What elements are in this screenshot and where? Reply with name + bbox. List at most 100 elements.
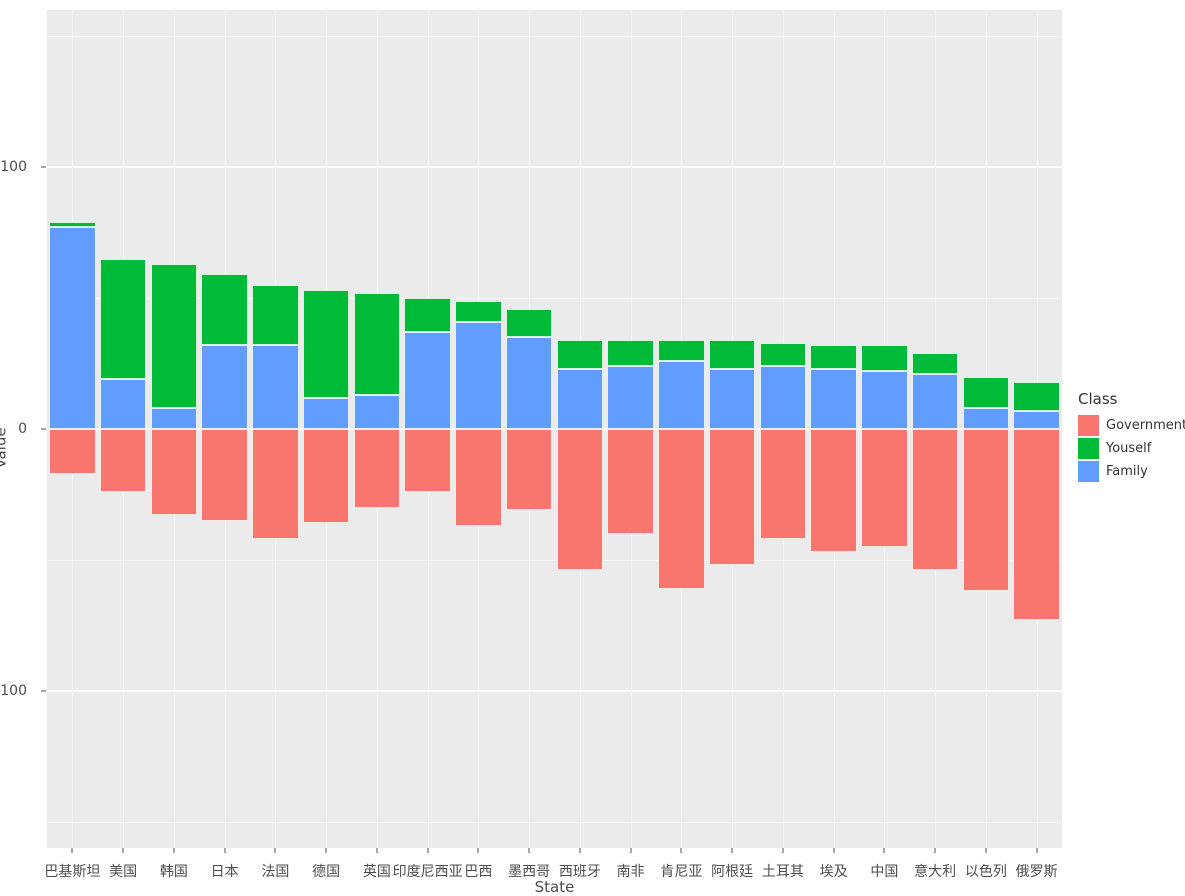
legend-label: Youself	[1106, 441, 1152, 456]
bar-segment-family	[708, 368, 756, 429]
plot-panel	[47, 10, 1062, 848]
bar-segment-government	[962, 429, 1010, 592]
bar-segment-government	[556, 429, 604, 571]
bar-group	[607, 10, 654, 848]
x-axis-tick-mark	[630, 848, 632, 853]
bar-group	[556, 10, 604, 848]
x-axis-tick-mark	[985, 848, 987, 853]
bar-group	[911, 10, 959, 848]
bar-group	[201, 10, 248, 848]
y-axis-tick-mark	[41, 166, 46, 168]
bar-segment-youself	[861, 345, 908, 372]
bar-segment-family	[49, 227, 96, 429]
bar-group	[708, 10, 756, 848]
bar-group	[810, 10, 857, 848]
bar-segment-youself	[505, 308, 553, 338]
x-axis-tick-mark	[325, 848, 327, 853]
bar-segment-family	[607, 366, 654, 429]
y-axis-tick-label: 0	[18, 421, 27, 437]
bar-segment-family	[252, 345, 299, 429]
x-axis-tick-mark	[224, 848, 226, 853]
bar-segment-youself	[302, 290, 350, 398]
legend-title: Class	[1078, 390, 1118, 408]
x-axis-tick-mark	[376, 848, 378, 853]
bar-group	[404, 10, 451, 848]
bar-segment-government	[455, 429, 502, 526]
x-axis-tick-labels: 巴基斯坦 美国 韩国 日本 法国 德国 英国 印度尼西亚 巴西 墨西哥 西班牙 南非 肯尼亚 阿根廷 土耳其…	[44, 848, 1062, 880]
legend-swatch-government	[1078, 415, 1099, 436]
bar-segment-youself	[911, 353, 959, 374]
x-axis-tick-mark	[782, 848, 784, 853]
bar-segment-youself	[404, 298, 451, 333]
bar-segment-government	[607, 429, 654, 534]
bar-segment-family	[99, 379, 147, 429]
bar-group	[962, 10, 1010, 848]
bar-segment-youself	[49, 222, 96, 228]
x-axis-tick-mark	[477, 848, 479, 853]
bar-segment-family	[556, 368, 604, 429]
bar-segment-government	[708, 429, 756, 566]
bar-group	[150, 10, 198, 848]
legend-items: Government Youself Family	[1078, 414, 1185, 483]
bar-group	[658, 10, 705, 848]
bar-segment-family	[505, 337, 553, 429]
bar-segment-family	[911, 374, 959, 429]
x-axis-tick-mark	[122, 848, 124, 853]
x-axis-tick-mark	[427, 848, 429, 853]
legend-label: Government	[1106, 418, 1185, 433]
bar-segment-family	[353, 394, 401, 429]
bar-segment-family	[810, 368, 857, 429]
bar-segment-youself	[99, 258, 147, 380]
bar-segment-government	[1013, 429, 1060, 621]
bar-group	[49, 10, 96, 848]
bar-segment-youself	[759, 342, 807, 367]
x-axis-tick-mark	[579, 848, 581, 853]
y-axis-tick-mark	[41, 428, 46, 430]
bar-group	[99, 10, 147, 848]
x-axis-tick-mark	[883, 848, 885, 853]
bar-segment-youself	[658, 339, 705, 361]
ggplot-chart: Value -1000100 巴基斯坦美国韩国日本法国德国英国印度尼西亚巴西墨西…	[0, 0, 1185, 896]
bar-segment-family	[302, 397, 350, 429]
x-axis-title: State	[534, 878, 575, 896]
bar-group	[455, 10, 502, 848]
bar-segment-youself	[607, 339, 654, 367]
x-axis-tick-mark	[173, 848, 175, 853]
bar-segment-government	[49, 429, 96, 474]
bar-segment-youself	[1013, 381, 1060, 411]
bar-segment-government	[911, 429, 959, 571]
y-axis-tick-mark	[41, 690, 46, 692]
bar-group	[302, 10, 350, 848]
bar-segment-youself	[708, 339, 756, 369]
bar-group	[1013, 10, 1060, 848]
bar-group	[353, 10, 401, 848]
bar-segment-government	[150, 429, 198, 516]
bar-segment-family	[150, 408, 198, 429]
x-axis-tick-mark	[833, 848, 835, 853]
x-axis-tick-mark	[274, 848, 276, 853]
y-axis-tick-label: 100	[0, 159, 27, 176]
legend: Class Government Youself Family	[1078, 390, 1185, 483]
bar-segment-government	[302, 429, 350, 524]
bar-segment-family	[759, 366, 807, 429]
legend-item: Family	[1078, 460, 1183, 483]
bar-segment-youself	[201, 274, 248, 346]
bar-segment-government	[505, 429, 553, 511]
bar-segment-family	[861, 371, 908, 429]
bar-segment-government	[404, 429, 451, 492]
legend-item: Youself	[1078, 437, 1183, 460]
bar-segment-family	[201, 345, 248, 429]
bar-segment-youself	[455, 300, 502, 322]
bar-segment-youself	[962, 376, 1010, 409]
y-axis-tick-label: -100	[0, 682, 27, 699]
bar-group	[252, 10, 299, 848]
legend-label: Family	[1106, 464, 1148, 479]
bar-segment-family	[455, 321, 502, 429]
x-axis-tick-mark	[1036, 848, 1038, 853]
x-axis-tick-mark	[731, 848, 733, 853]
bar-segment-youself	[252, 284, 299, 346]
bar-segment-youself	[810, 345, 857, 369]
bar-segment-government	[810, 429, 857, 553]
bar-group	[861, 10, 908, 848]
bar-segment-family	[658, 360, 705, 429]
